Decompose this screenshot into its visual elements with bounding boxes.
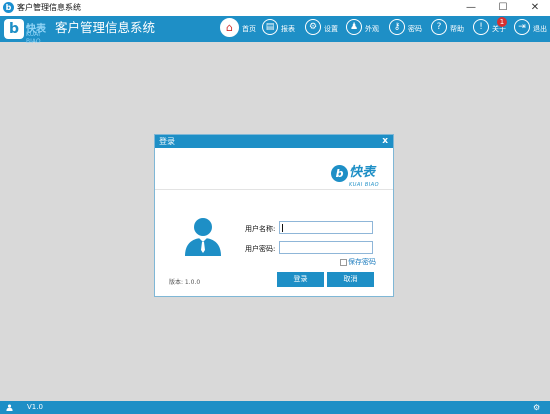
brand-icon: b	[331, 165, 348, 182]
close-icon[interactable]: x	[382, 135, 388, 148]
notification-badge: 1	[497, 17, 507, 27]
user-icon	[6, 404, 13, 411]
version-text: 版本: 1.0.0	[169, 279, 201, 286]
maximize-button[interactable]: ☐	[488, 0, 518, 16]
dialog-titlebar: 登录 x	[155, 135, 393, 148]
app-icon: b	[3, 2, 14, 13]
settings-icon: ⚙	[305, 19, 321, 35]
username-input[interactable]	[279, 221, 373, 234]
logo-subtext: KUAI BIAO	[26, 31, 41, 45]
brand-logo: b 快表 KUAI BIAO	[331, 163, 383, 189]
minimize-button[interactable]: —	[456, 0, 486, 16]
status-version: V1.0	[27, 403, 43, 411]
info-icon: !	[473, 19, 489, 35]
nav-label: 退出	[533, 25, 547, 33]
save-password-label[interactable]: 保存密码	[348, 257, 376, 267]
app-header: b 快表 KUAI BIAO 客户管理信息系统 ⌂ 首页 ▤ 报表 ⚙ 设置 ♟…	[0, 16, 550, 45]
password-label: 用户密码:	[245, 245, 276, 253]
dialog-title: 登录	[159, 137, 175, 146]
gear-icon[interactable]: ⚙	[533, 402, 540, 413]
exit-icon: ⇥	[514, 19, 530, 35]
save-password-checkbox[interactable]	[340, 259, 347, 266]
help-icon: ?	[431, 19, 447, 35]
divider	[155, 189, 393, 190]
window-titlebar: b 客户管理信息系统 — ☐ ✕	[0, 0, 550, 17]
username-label: 用户名称:	[245, 225, 276, 233]
app-logo: b 快表 KUAI BIAO	[4, 18, 52, 45]
nav-label: 密码	[408, 25, 422, 33]
login-button[interactable]: 登录	[277, 272, 324, 287]
key-icon: ⚷	[389, 19, 405, 35]
cancel-button[interactable]: 取消	[327, 272, 374, 287]
status-bar: V1.0 ⚙	[0, 401, 550, 414]
brand-subtext: KUAI BIAO	[349, 182, 380, 188]
nav-label: 外观	[365, 25, 379, 33]
text-caret	[282, 224, 283, 232]
login-dialog: 登录 x b 快表 KUAI BIAO 用户名称: 用户密码: 保存密码 版本:…	[154, 134, 394, 297]
nav-label: 设置	[324, 25, 338, 33]
home-icon: ⌂	[220, 18, 239, 37]
app-title: 客户管理信息系统	[55, 20, 156, 35]
close-window-button[interactable]: ✕	[520, 0, 550, 16]
window-title: 客户管理信息系统	[17, 3, 81, 12]
nav-label: 报表	[281, 25, 295, 33]
logo-icon: b	[4, 19, 24, 39]
shirt-icon: ♟	[346, 19, 362, 35]
nav-label: 帮助	[450, 25, 464, 33]
brand-name: 快表	[349, 165, 376, 180]
nav-label: 首页	[242, 25, 256, 33]
password-input[interactable]	[279, 241, 373, 254]
report-icon: ▤	[262, 19, 278, 35]
user-avatar-icon	[185, 218, 221, 256]
